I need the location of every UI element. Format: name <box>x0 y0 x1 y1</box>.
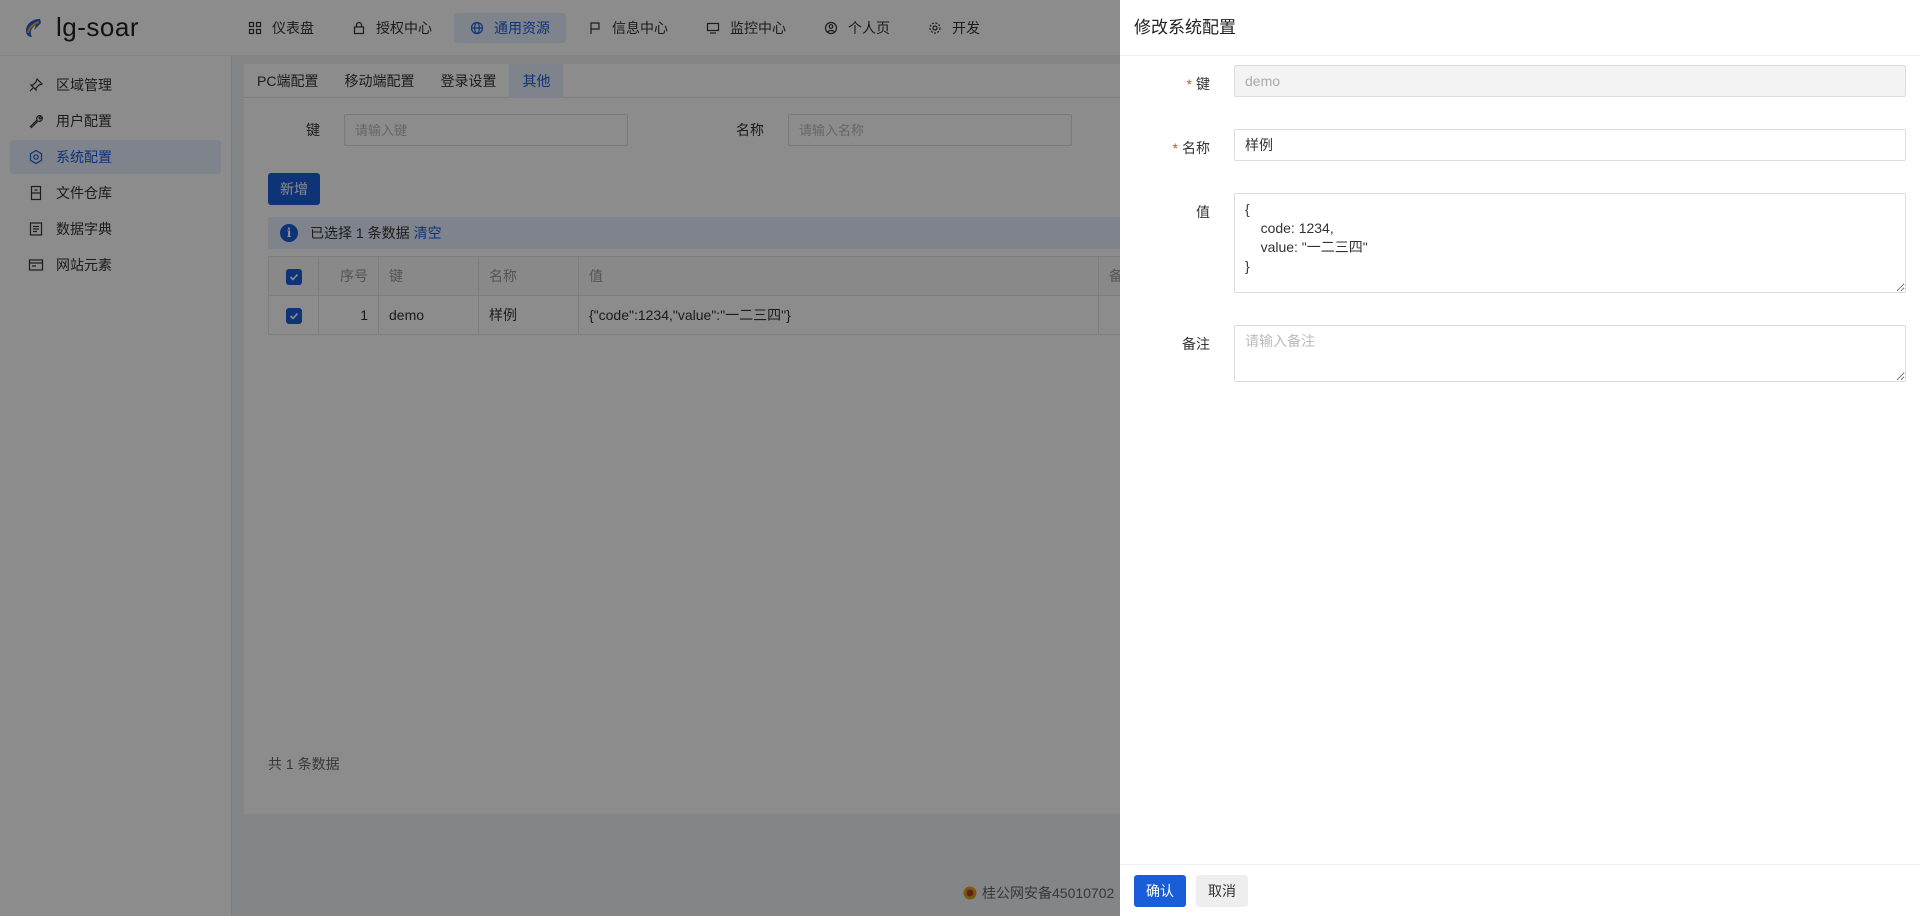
form-row-name: * 名称 <box>1120 129 1906 161</box>
cancel-button[interactable]: 取消 <box>1196 874 1248 907</box>
required-mark: * <box>1186 76 1192 92</box>
edit-config-drawer: 修改系统配置 *键 *名称 值 { code: 1234, value: "一二… <box>1120 0 1920 916</box>
confirm-button[interactable]: 确认 <box>1134 874 1186 907</box>
key-label: * 键 <box>1186 76 1210 92</box>
name-input[interactable] <box>1234 129 1906 161</box>
value-textarea[interactable]: { code: 1234, value: "一二三四" } <box>1234 193 1906 293</box>
value-label: 值 <box>1196 204 1210 220</box>
form-row-key: * 键 <box>1120 65 1906 97</box>
name-label: * 名称 <box>1172 140 1210 156</box>
drawer-footer: 确认 取消 <box>1120 864 1920 916</box>
remark-label: 备注 <box>1182 336 1210 352</box>
key-input <box>1234 65 1906 97</box>
drawer-title: 修改系统配置 <box>1120 0 1920 56</box>
required-mark: * <box>1172 140 1178 156</box>
form-row-remark: 备注 <box>1120 325 1906 382</box>
form-row-value: 值 { code: 1234, value: "一二三四" } <box>1120 193 1906 293</box>
remark-textarea[interactable] <box>1234 325 1906 382</box>
